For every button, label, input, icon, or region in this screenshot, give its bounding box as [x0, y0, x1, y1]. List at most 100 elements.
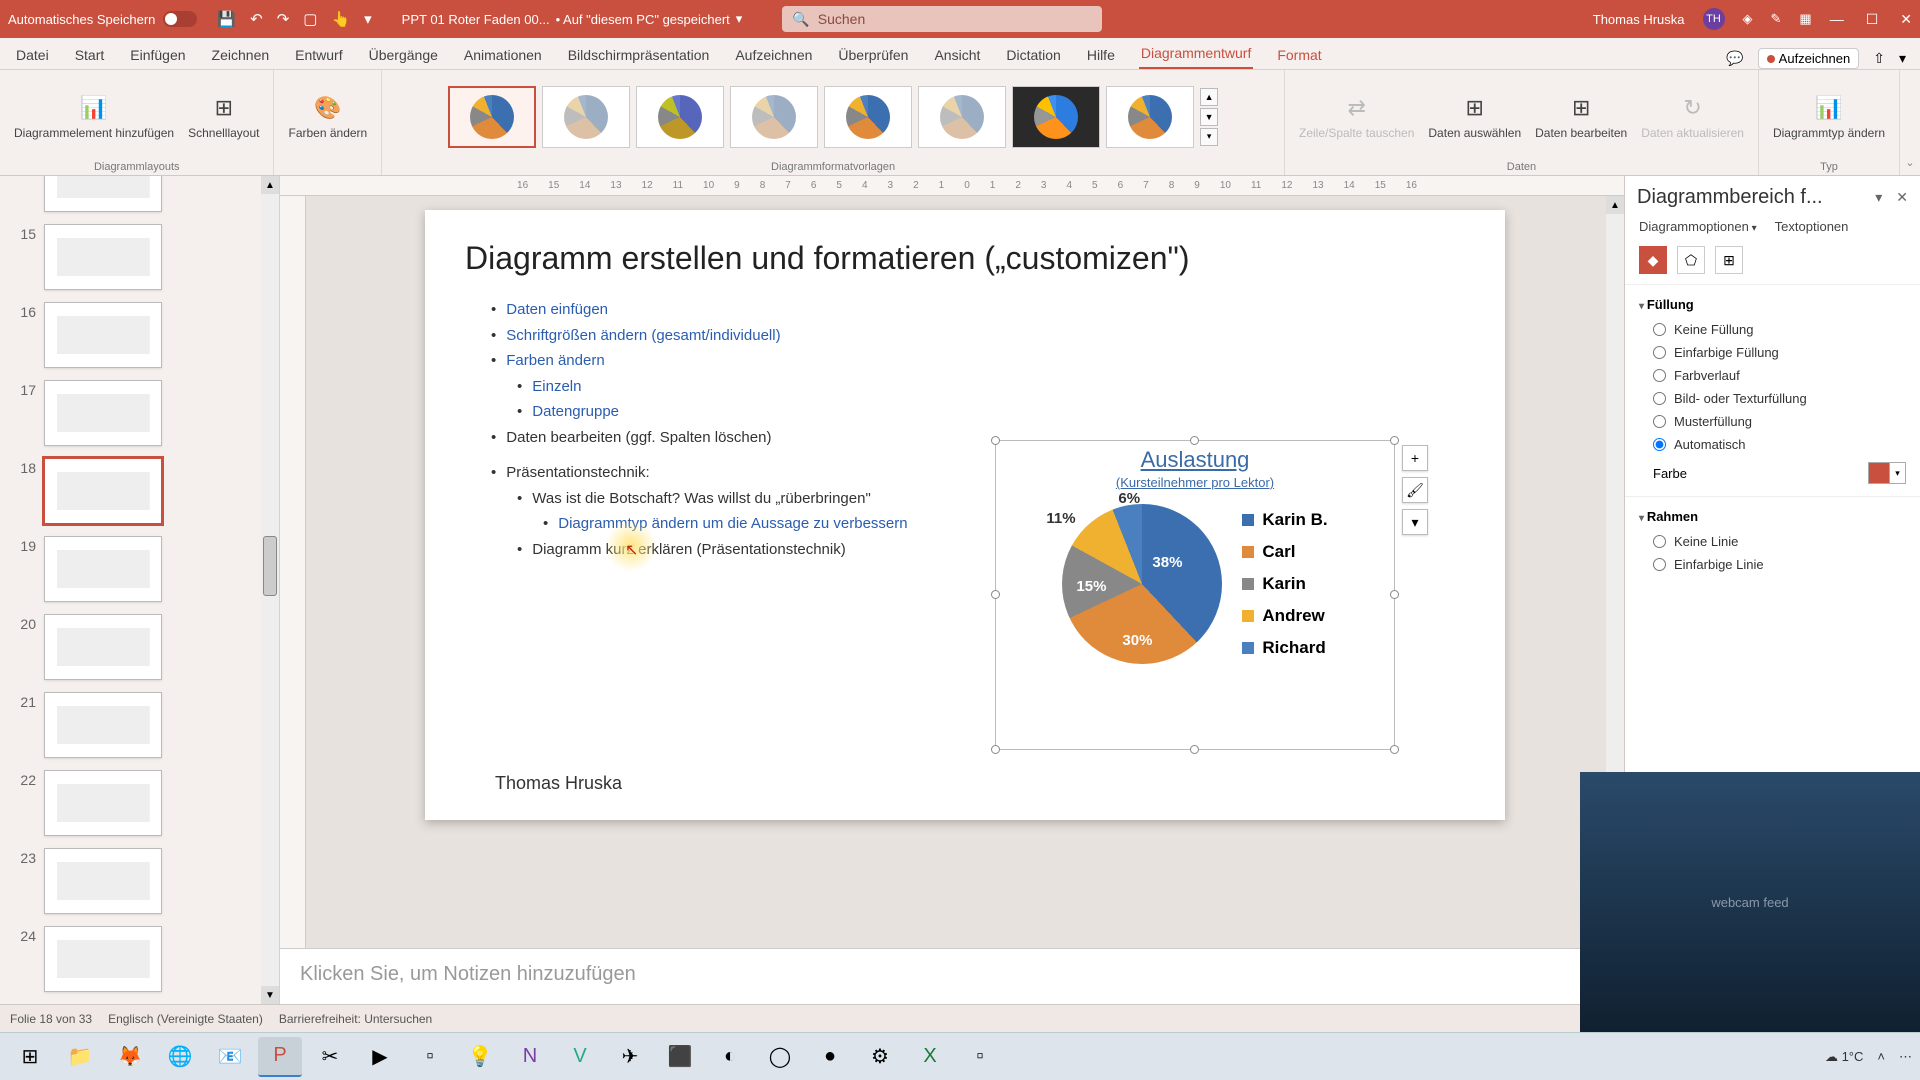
app-icon[interactable]: 💡: [458, 1037, 502, 1077]
chart-style-8[interactable]: [1106, 86, 1194, 148]
fill-pattern[interactable]: Musterfüllung: [1639, 410, 1906, 433]
add-chart-element-button[interactable]: 📊Diagrammelement hinzufügen: [10, 90, 178, 142]
comments-icon[interactable]: 💬: [1726, 50, 1743, 67]
thumbnail-scrollbar[interactable]: ▲ ▼: [261, 176, 279, 1004]
touch-mode-icon[interactable]: 👆: [331, 10, 350, 28]
user-name[interactable]: Thomas Hruska: [1593, 12, 1685, 27]
resize-handle[interactable]: [1390, 436, 1399, 445]
outlook-icon[interactable]: 📧: [208, 1037, 252, 1077]
select-data-button[interactable]: ⊞Daten auswählen: [1424, 90, 1525, 142]
qat-more-icon[interactable]: ▾: [364, 10, 372, 28]
tab-entwurf[interactable]: Entwurf: [293, 41, 344, 69]
tab-ueberpruefen[interactable]: Überprüfen: [836, 41, 910, 69]
search-box[interactable]: 🔍 Suchen: [782, 6, 1102, 32]
slide-thumb-18[interactable]: 18: [0, 452, 279, 530]
tab-animationen[interactable]: Animationen: [462, 41, 544, 69]
pane-dropdown-icon[interactable]: ▾: [1875, 189, 1882, 206]
chart-brush-button[interactable]: 🖌: [1402, 477, 1428, 503]
file-explorer-icon[interactable]: 📁: [58, 1037, 102, 1077]
fill-picture[interactable]: Bild- oder Texturfüllung: [1639, 387, 1906, 410]
style-gallery-scroller[interactable]: ▲▼▾: [1200, 88, 1218, 146]
tab-start[interactable]: Start: [73, 41, 107, 69]
start-slideshow-icon[interactable]: ▢: [303, 10, 317, 28]
chrome-icon[interactable]: 🌐: [158, 1037, 202, 1077]
tab-uebergaenge[interactable]: Übergänge: [367, 41, 440, 69]
minimize-button[interactable]: —: [1830, 11, 1844, 28]
fill-solid[interactable]: Einfarbige Füllung: [1639, 341, 1906, 364]
chart-style-5[interactable]: [824, 86, 912, 148]
status-slide[interactable]: Folie 18 von 33: [10, 1012, 92, 1026]
firefox-icon[interactable]: 🦊: [108, 1037, 152, 1077]
onenote-icon[interactable]: N: [508, 1037, 552, 1077]
chart-filter-button[interactable]: ▾: [1402, 509, 1428, 535]
user-avatar[interactable]: TH: [1703, 8, 1725, 30]
close-button[interactable]: ✕: [1900, 11, 1912, 28]
chart-subtitle[interactable]: (Kursteilnehmer pro Lektor): [996, 475, 1394, 490]
chart-style-2[interactable]: [542, 86, 630, 148]
app-icon[interactable]: ▫: [408, 1037, 452, 1077]
slide-thumb-24[interactable]: 24: [0, 920, 279, 998]
start-button[interactable]: ⊞: [8, 1037, 52, 1077]
scroll-up-icon[interactable]: ▲: [1606, 196, 1624, 214]
chart-style-1[interactable]: [448, 86, 536, 148]
redo-icon[interactable]: ↷: [277, 10, 290, 28]
chart-legend[interactable]: Karin B. Carl Karin Andrew Richard: [1242, 510, 1327, 658]
undo-icon[interactable]: ↶: [250, 10, 263, 28]
fill-auto[interactable]: Automatisch: [1639, 433, 1906, 456]
slide-thumb-19[interactable]: 19: [0, 530, 279, 608]
powerpoint-icon[interactable]: P: [258, 1037, 302, 1077]
slide-thumb-22[interactable]: 22: [0, 764, 279, 842]
chart-plus-button[interactable]: +: [1402, 445, 1428, 471]
tab-ansicht[interactable]: Ansicht: [932, 41, 982, 69]
status-lang[interactable]: Englisch (Vereinigte Staaten): [108, 1012, 263, 1026]
resize-handle[interactable]: [1390, 745, 1399, 754]
resize-handle[interactable]: [1390, 590, 1399, 599]
color-picker-button[interactable]: ▾: [1868, 462, 1906, 484]
tray-expand-icon[interactable]: ˄: [1877, 1049, 1885, 1064]
toggle-switch[interactable]: [163, 11, 197, 27]
tab-format[interactable]: Format: [1275, 41, 1323, 69]
resize-handle[interactable]: [1190, 745, 1199, 754]
change-chart-type-button[interactable]: 📊Diagrammtyp ändern: [1769, 90, 1889, 142]
line-none[interactable]: Keine Linie: [1639, 530, 1906, 553]
effects-icon[interactable]: ⬠: [1677, 246, 1705, 274]
diamond-icon[interactable]: ◈: [1743, 11, 1753, 27]
chart-object[interactable]: + 🖌 ▾ Auslastung (Kursteilnehmer pro Lek…: [995, 440, 1395, 750]
edit-data-button[interactable]: ⊞Daten bearbeiten: [1531, 90, 1631, 142]
slide-thumb-23[interactable]: 23: [0, 842, 279, 920]
scroll-handle[interactable]: [263, 536, 277, 596]
chart-title[interactable]: Auslastung: [996, 447, 1394, 473]
size-props-icon[interactable]: ⊞: [1715, 246, 1743, 274]
save-icon[interactable]: 💾: [217, 10, 236, 28]
app-icon[interactable]: ◐: [708, 1037, 752, 1077]
tray-icons[interactable]: ⋯: [1899, 1049, 1912, 1065]
record-button[interactable]: Aufzeichnen: [1758, 48, 1860, 69]
tab-aufzeichnen[interactable]: Aufzeichnen: [733, 41, 814, 69]
slide-title[interactable]: Diagramm erstellen und formatieren („cus…: [465, 240, 1465, 277]
slide-thumb-16[interactable]: 16: [0, 296, 279, 374]
chart-style-7[interactable]: [1012, 86, 1100, 148]
settings-icon[interactable]: ⚙: [858, 1037, 902, 1077]
pane-tab-chart-options[interactable]: Diagrammoptionen: [1639, 219, 1757, 234]
tab-diagrammentwurf[interactable]: Diagrammentwurf: [1139, 39, 1253, 69]
chart-style-6[interactable]: [918, 86, 1006, 148]
pane-tab-text-options[interactable]: Textoptionen: [1775, 219, 1849, 234]
change-colors-button[interactable]: 🎨Farben ändern: [284, 90, 371, 142]
tab-datei[interactable]: Datei: [14, 41, 51, 69]
slide-thumb-20[interactable]: 20: [0, 608, 279, 686]
ribbon-options-icon[interactable]: ▾: [1899, 50, 1906, 67]
tab-bildschirmpraesentation[interactable]: Bildschirmpräsentation: [566, 41, 712, 69]
resize-handle[interactable]: [991, 590, 1000, 599]
scroll-down-icon[interactable]: ▼: [261, 986, 279, 1004]
slide-canvas[interactable]: Diagramm erstellen und formatieren („cus…: [425, 210, 1505, 820]
snip-icon[interactable]: ✂: [308, 1037, 352, 1077]
document-title[interactable]: PPT 01 Roter Faden 00... • Auf "diesem P…: [402, 11, 743, 27]
fill-none[interactable]: Keine Füllung: [1639, 318, 1906, 341]
tab-hilfe[interactable]: Hilfe: [1085, 41, 1117, 69]
app-icon[interactable]: ●: [808, 1037, 852, 1077]
notes-pane[interactable]: Klicken Sie, um Notizen hinzuzufügen: [280, 948, 1624, 1004]
app-icon[interactable]: ▫: [958, 1037, 1002, 1077]
section-fill[interactable]: Füllung: [1639, 291, 1906, 318]
tab-zeichnen[interactable]: Zeichnen: [210, 41, 272, 69]
resize-handle[interactable]: [1190, 436, 1199, 445]
